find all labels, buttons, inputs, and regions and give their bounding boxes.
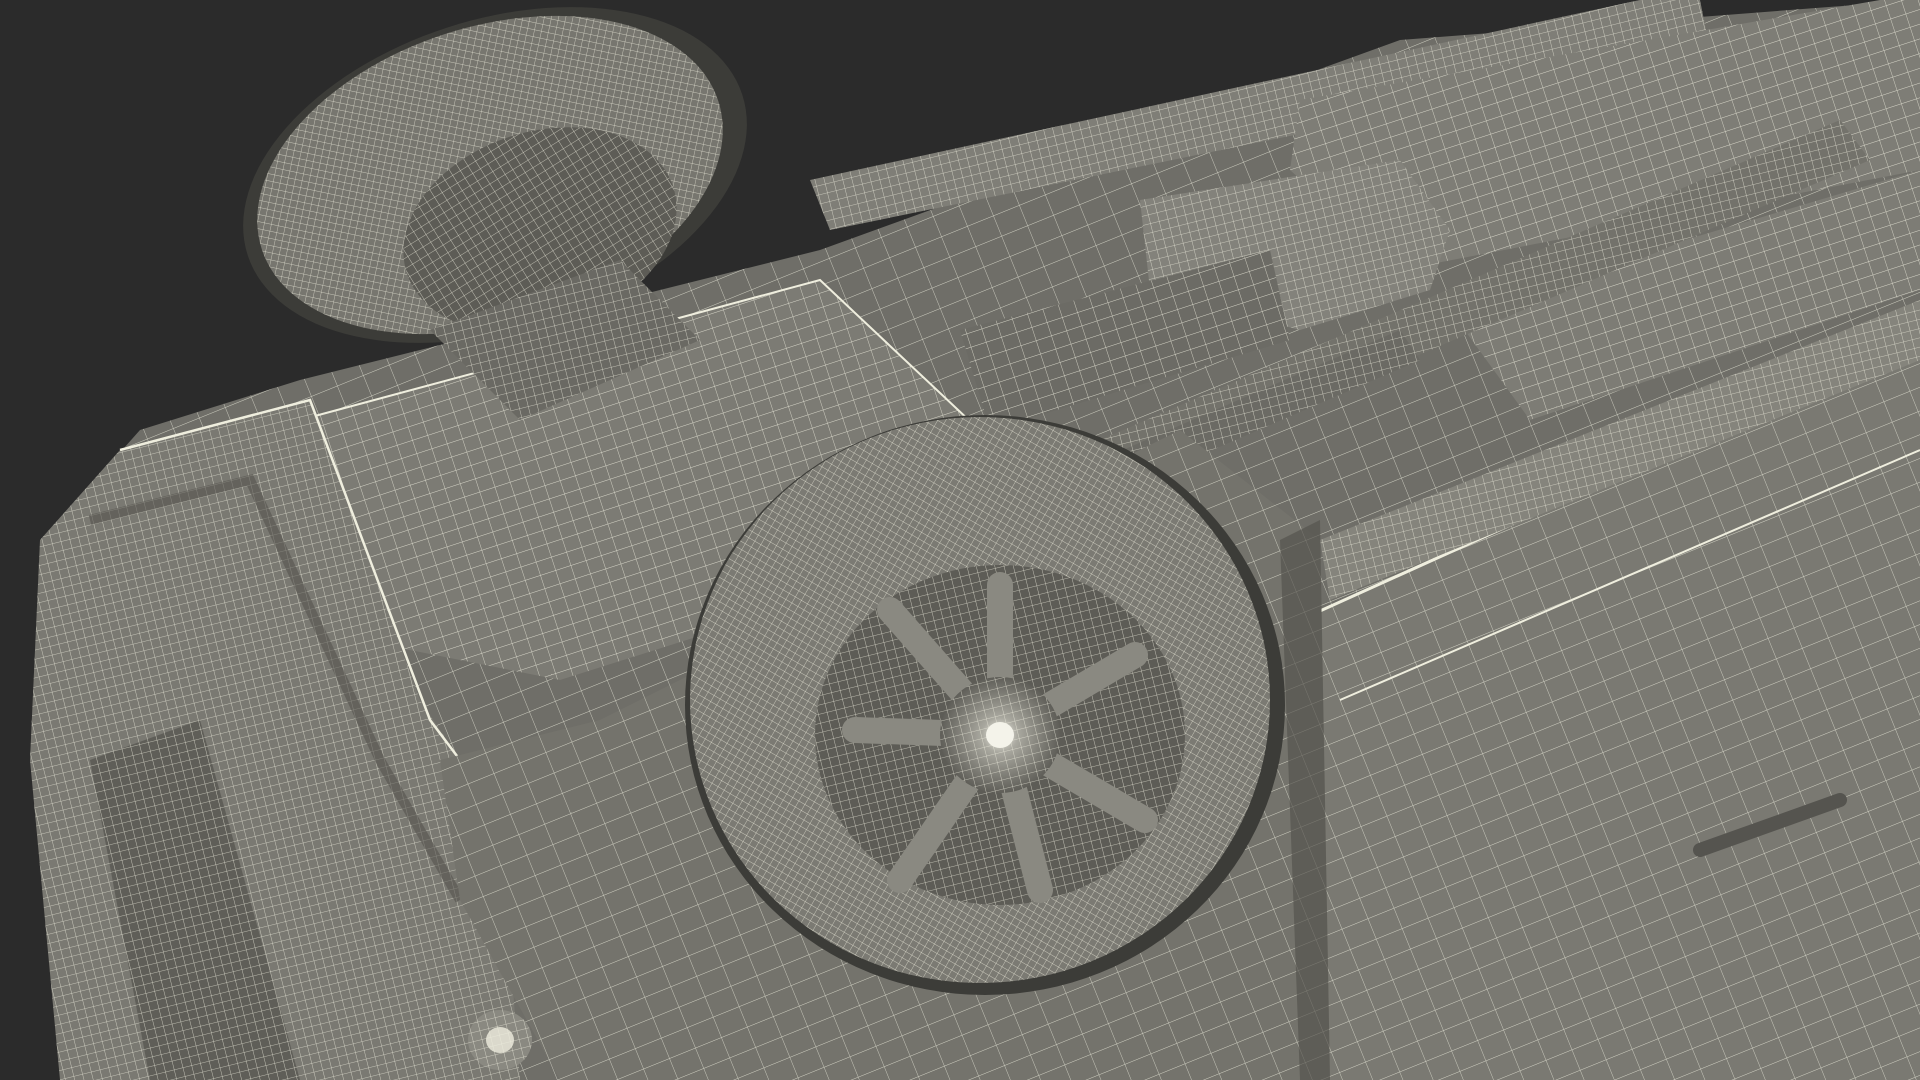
fog-light	[468, 1010, 532, 1070]
front-wheel	[685, 415, 1285, 995]
car-underside-wireframe-render	[0, 0, 1920, 1080]
